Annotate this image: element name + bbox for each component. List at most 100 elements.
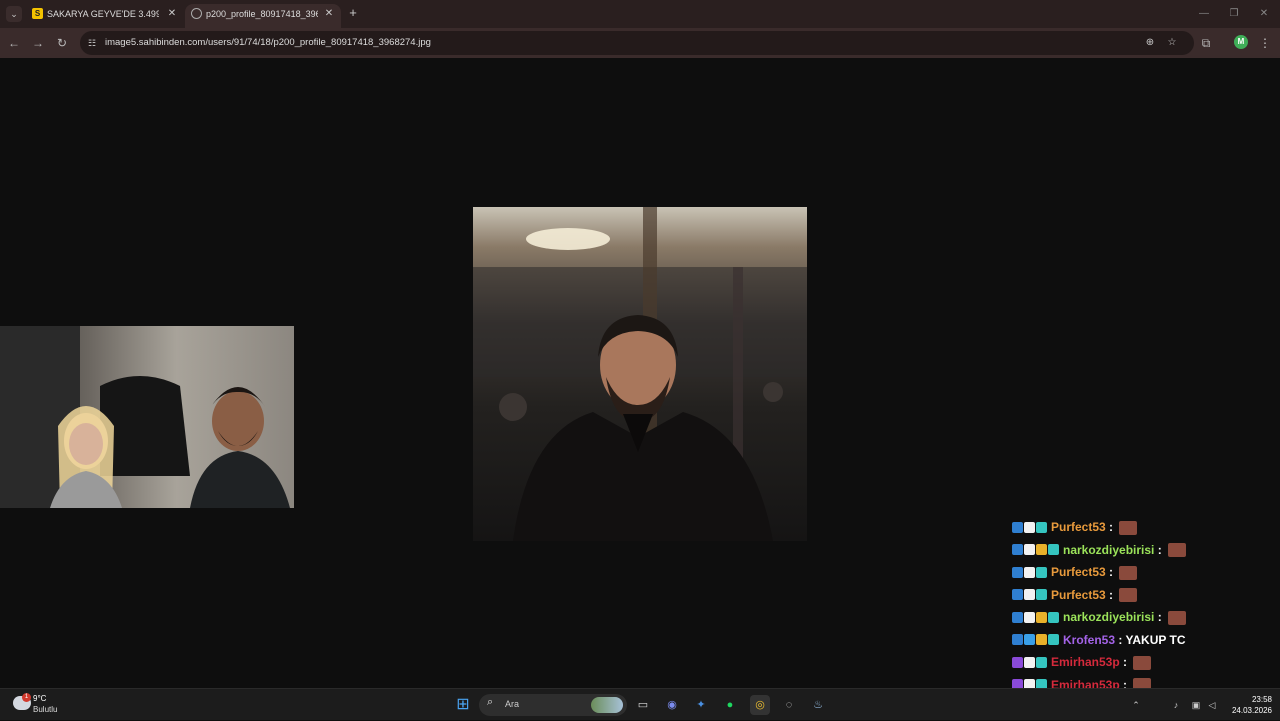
- webcam-people-image: [0, 326, 290, 508]
- chat-emote-icon: [1133, 655, 1152, 670]
- chat-badge-icon: [1048, 634, 1059, 646]
- chat-separator: :: [1115, 632, 1126, 647]
- chrome-icon[interactable]: ◎: [750, 695, 770, 715]
- zoom-icon[interactable]: ⊕: [1143, 36, 1157, 50]
- chat-badge-icon: [1024, 656, 1035, 668]
- chat-emote-icon: [1119, 520, 1138, 535]
- minimize-icon[interactable]: —: [1194, 6, 1214, 22]
- chat-username[interactable]: narkozdiyebirisi: [1063, 543, 1154, 557]
- chat-badge-icon: [1036, 589, 1047, 601]
- chat-badge-icon: [1036, 634, 1047, 646]
- task-view-icon[interactable]: ▭: [633, 695, 653, 715]
- forward-arrow-icon[interactable]: →: [30, 35, 46, 51]
- chat-message: narkozdiyebirisi :: [1012, 541, 1280, 564]
- chat-message: Purfect53 :: [1012, 563, 1280, 586]
- url-text[interactable]: image5.sahibinden.com/users/91/74/18/p20…: [105, 31, 431, 55]
- chat-badge-icon: [1012, 611, 1023, 623]
- tab-close-icon[interactable]: ✕: [166, 4, 178, 24]
- chat-badge-icon: [1048, 544, 1059, 556]
- chat-username[interactable]: Purfect53: [1051, 588, 1106, 602]
- chat-badge-icon: [1036, 611, 1047, 623]
- volume-icon[interactable]: ◁: [1206, 699, 1218, 711]
- chat-badge-icon: [1036, 656, 1047, 668]
- discord-icon[interactable]: ◉: [662, 695, 682, 715]
- chat-text: YAKUP TC: [1125, 632, 1186, 647]
- search-icon: ⌕: [487, 696, 494, 708]
- chat-separator: :: [1105, 565, 1117, 579]
- chat-badge-icon: [1012, 656, 1023, 668]
- taskbar-search[interactable]: ⌕ Ara: [479, 694, 627, 716]
- man-in-restaurant-image: [473, 207, 807, 541]
- chat-message: narkozdiyebirisi :: [1012, 608, 1280, 631]
- browser-toolbar: ← → ↻ ☷ image5.sahibinden.com/users/91/7…: [0, 28, 1280, 58]
- clock-time: 23:58: [1251, 695, 1272, 704]
- chat-badges: [1012, 656, 1048, 669]
- system-clock[interactable]: 23:58 24.03.2026: [1226, 694, 1272, 716]
- search-highlight-image: [591, 697, 623, 713]
- tab-close-icon[interactable]: ✕: [323, 4, 335, 24]
- new-tab-button[interactable]: +: [346, 6, 360, 22]
- bookmark-star-icon[interactable]: ☆: [1165, 36, 1179, 50]
- chat-badges: [1012, 634, 1060, 646]
- chat-emote-icon: [1119, 588, 1138, 603]
- reload-icon[interactable]: ↻: [54, 35, 70, 51]
- profile-avatar[interactable]: M: [1234, 35, 1248, 49]
- globe-favicon-icon: [191, 8, 202, 19]
- search-placeholder: Ara: [505, 699, 520, 709]
- back-arrow-icon[interactable]: ←: [6, 35, 22, 51]
- tab-sakarya[interactable]: S SAKARYA GEYVE'DE 3.499m2 ✕: [26, 4, 184, 28]
- chat-badge-icon: [1012, 521, 1023, 533]
- chat-badge-icon: [1036, 566, 1047, 578]
- address-bar[interactable]: ☷ image5.sahibinden.com/users/91/74/18/p…: [80, 31, 1194, 55]
- weather-temperature[interactable]: 9°C: [33, 694, 46, 703]
- chat-badge-icon: [1024, 589, 1035, 601]
- chat-badge-icon: [1012, 566, 1023, 578]
- sahibinden-favicon-icon: S: [32, 8, 43, 19]
- network-app-icon[interactable]: ✦: [691, 695, 711, 715]
- chat-badge-icon: [1012, 544, 1023, 556]
- chat-username[interactable]: Purfect53: [1051, 520, 1106, 534]
- chat-username[interactable]: narkozdiyebirisi: [1063, 610, 1154, 624]
- chat-badges: [1012, 544, 1060, 556]
- windows-start-icon[interactable]: ⊞: [453, 695, 473, 715]
- menu-kebab-icon[interactable]: ⋮: [1259, 35, 1271, 51]
- chat-separator: :: [1105, 587, 1117, 602]
- chat-badge-icon: [1048, 611, 1059, 623]
- obs-icon[interactable]: ◌: [779, 695, 799, 715]
- tray-overflow-icon[interactable]: ⌃: [1130, 699, 1142, 711]
- weather-alert-badge: 1: [22, 693, 31, 702]
- close-window-icon[interactable]: ✕: [1254, 6, 1274, 22]
- chat-badge-icon: [1024, 566, 1035, 578]
- windows-taskbar: 1 9°C Bulutlu ⊞ ⌕ Ara ▭ ◉ ✦ ● ◎ ◌ ♨ ⌃ ♪ …: [0, 688, 1280, 720]
- chat-badge-icon: [1024, 521, 1035, 533]
- chat-badge-icon: [1036, 544, 1047, 556]
- steam-icon[interactable]: ♨: [808, 695, 828, 715]
- chat-badges: [1012, 611, 1060, 624]
- chat-emote-icon: [1119, 565, 1138, 580]
- tab-label: SAKARYA GEYVE'DE 3.499m2: [47, 9, 159, 19]
- chat-username[interactable]: Krofen53: [1063, 633, 1115, 647]
- chat-message: Purfect53 :: [1012, 518, 1280, 541]
- chat-separator: :: [1154, 610, 1166, 624]
- chat-badges: [1012, 521, 1048, 534]
- tab-search-button[interactable]: ⌄: [6, 6, 22, 22]
- network-icon[interactable]: ▣: [1190, 699, 1202, 711]
- chat-badge-icon: [1024, 611, 1035, 623]
- chat-emote-icon: [1168, 610, 1187, 625]
- clock-date: 24.03.2026: [1231, 706, 1272, 715]
- tab-profile-image[interactable]: p200_profile_80917418_39682 ✕: [185, 4, 341, 28]
- restore-icon[interactable]: ❐: [1224, 6, 1244, 22]
- chat-badge-icon: [1024, 634, 1035, 646]
- chat-badges: [1012, 566, 1048, 579]
- tab-label: p200_profile_80917418_39682: [206, 9, 318, 19]
- microphone-icon[interactable]: ♪: [1170, 699, 1182, 711]
- weather-description[interactable]: Bulutlu: [33, 705, 57, 714]
- spotify-icon[interactable]: ●: [720, 695, 740, 715]
- chat-username[interactable]: Purfect53: [1051, 565, 1106, 579]
- browser-titlebar: ⌄ S SAKARYA GEYVE'DE 3.499m2 ✕ p200_prof…: [0, 0, 1280, 28]
- chat-separator: :: [1105, 520, 1117, 534]
- chat-message: Krofen53 : YAKUP TC: [1012, 631, 1280, 654]
- chat-username[interactable]: Emirhan53p: [1051, 655, 1120, 669]
- extensions-icon[interactable]: ⧉: [1198, 35, 1214, 51]
- site-info-icon[interactable]: ☷: [86, 37, 98, 49]
